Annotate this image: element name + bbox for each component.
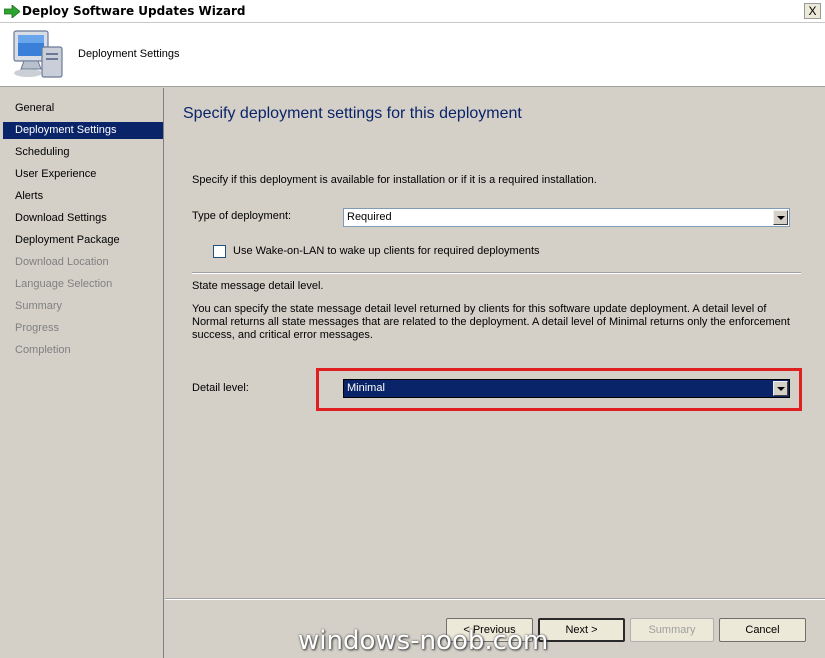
- computer-monitor-icon: [13, 30, 63, 78]
- wake-on-lan-checkbox[interactable]: [213, 245, 226, 258]
- chevron-down-icon[interactable]: [773, 210, 788, 225]
- page-title: Specify deployment settings for this dep…: [183, 105, 522, 122]
- sidebar-item-download-settings[interactable]: Download Settings: [3, 210, 163, 227]
- title-bar: Deploy Software Updates Wizard X: [0, 0, 825, 23]
- deployment-type-label: Type of deployment:: [192, 210, 292, 222]
- annotation-highlight: [316, 368, 802, 411]
- header-title: Deployment Settings: [78, 48, 180, 60]
- deployment-type-dropdown[interactable]: Required: [343, 208, 790, 227]
- sidebar-item-completion: Completion: [15, 344, 71, 356]
- wizard-step-list: General Deployment Settings Scheduling U…: [3, 88, 164, 656]
- sidebar-item-user-experience[interactable]: User Experience: [3, 166, 163, 183]
- sidebar-item-language-selection: Language Selection: [15, 278, 113, 290]
- wake-on-lan-label[interactable]: Use Wake-on-LAN to wake up clients for r…: [233, 245, 540, 257]
- cancel-button[interactable]: Cancel: [719, 618, 806, 642]
- sidebar-item-general[interactable]: General: [3, 100, 163, 117]
- footer-divider: [165, 598, 825, 600]
- sidebar-item-alerts[interactable]: Alerts: [3, 188, 163, 205]
- deployment-type-value: Required: [347, 211, 392, 223]
- sidebar-item-deployment-package[interactable]: Deployment Package: [3, 232, 163, 249]
- close-button[interactable]: X: [804, 3, 821, 19]
- sidebar-item-download-location: Download Location: [15, 256, 109, 268]
- detail-level-label: Detail level:: [192, 382, 249, 394]
- sidebar-item-progress: Progress: [15, 322, 60, 334]
- sidebar-divider: [163, 88, 164, 658]
- main-content: Specify deployment settings for this dep…: [165, 88, 825, 598]
- sidebar-item-summary: Summary: [15, 300, 63, 312]
- intro-text: Specify if this deployment is available …: [192, 174, 597, 186]
- watermark: windows-noob.com: [298, 626, 549, 656]
- sidebar-item-scheduling[interactable]: Scheduling: [3, 144, 163, 161]
- section-divider: [192, 272, 801, 274]
- green-arrow-icon: [4, 5, 20, 18]
- state-message-title: State message detail level.: [192, 280, 324, 292]
- window-title: Deploy Software Updates Wizard: [22, 4, 246, 18]
- summary-button: Summary: [630, 618, 714, 642]
- sidebar-item-deployment-settings[interactable]: Deployment Settings: [3, 122, 163, 139]
- wizard-header: Deployment Settings: [0, 23, 825, 87]
- next-button[interactable]: Next >: [538, 618, 625, 642]
- state-message-description: You can specify the state message detail…: [192, 303, 790, 341]
